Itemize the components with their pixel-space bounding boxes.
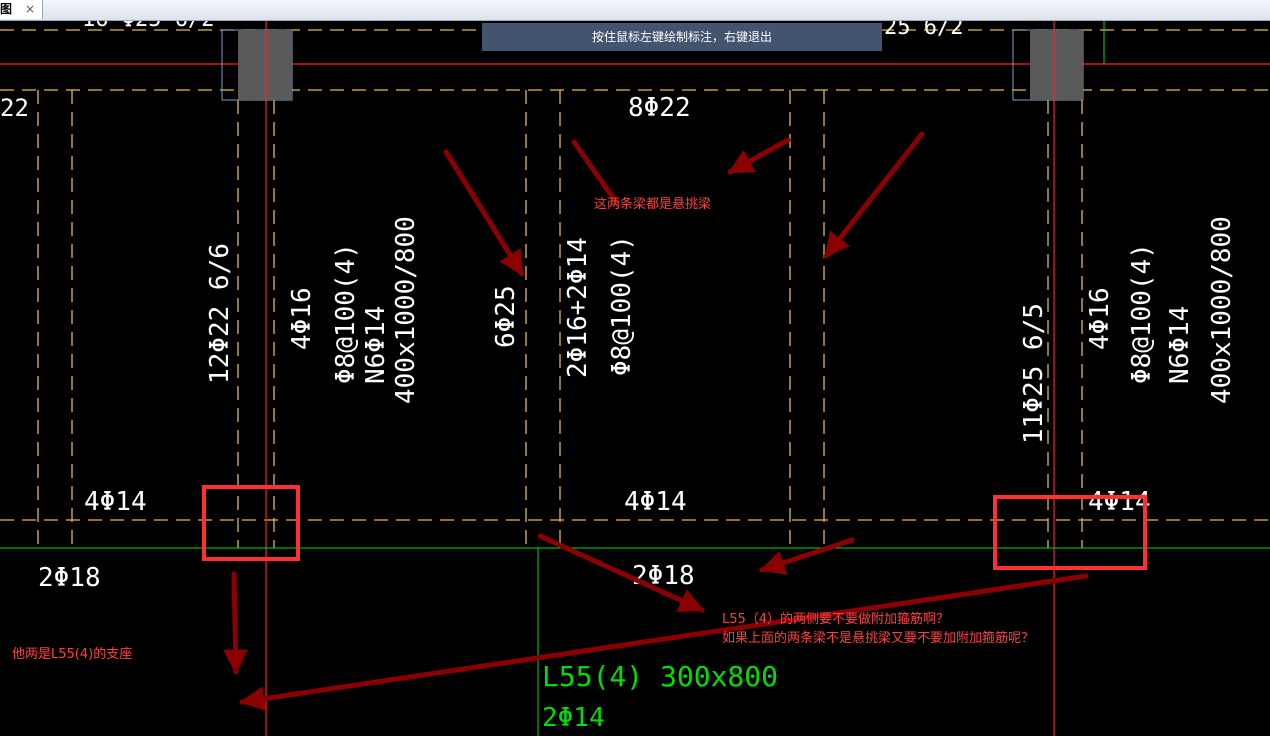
drawing-tab[interactable]: 图 × (0, 0, 43, 19)
text-b1-size: 400x1000/800 (391, 216, 421, 404)
note-question-1: L55（4）的两侧要不要做附加箍筋啊？ (722, 611, 949, 627)
arrow-question-right (759, 537, 855, 575)
text-b1-top: 4Φ16 (287, 287, 317, 350)
arrow-to-right-cantilever (823, 131, 925, 259)
text-b2-bottom: 11Φ25 6/5 (1019, 303, 1049, 444)
column-left-fill (238, 30, 292, 100)
arrow-to-left-cantilever (443, 149, 525, 277)
note-cantilever: 这两条梁都是悬挑梁 (594, 196, 711, 212)
text-mid-2phi18: 2Φ18 (632, 561, 695, 591)
arrow-support-down (223, 571, 249, 675)
text-beam-l55-bars: 2Φ14 (542, 703, 605, 733)
note-support: 他两是L55(4)的支座 (12, 646, 132, 662)
text-b2-waist: N6Φ14 (1165, 306, 1195, 384)
note-question-2: 如果上面的两条梁不是悬挑梁又要不要加附加箍筋呢？ (722, 630, 1034, 646)
text-beam-l55: L55(4) 300x800 (542, 660, 778, 693)
text-mid-4phi14: 4Φ14 (624, 487, 687, 517)
text-b1-waist: N6Φ14 (361, 306, 391, 384)
command-prompt-banner: 按住鼠标左键绘制标注，右键退出 (482, 23, 882, 51)
text-b1-stirrup: Φ8@100(4) (331, 243, 361, 384)
cad-drawing-canvas[interactable]: 16 Φ25 6/2 25 6/2 22 8Φ22 4Φ14 4Φ14 4Φ14… (0, 0, 1270, 736)
text-mid-bars: 2Φ16+2Φ14 (563, 237, 593, 378)
text-b1-bottom: 12Φ22 6/6 (205, 243, 235, 384)
beam-l55-lines (0, 20, 1270, 736)
text-left-2phi18: 2Φ18 (38, 563, 101, 593)
text-right-4phi14: 4Φ14 (1088, 487, 1151, 517)
arrow-to-note (727, 137, 791, 175)
annotation-arrows (223, 131, 1089, 712)
text-mid-stirrup: Φ8@100(4) (607, 235, 637, 376)
arrow-tail-left (571, 139, 619, 205)
close-icon[interactable]: × (25, 0, 35, 19)
text-b2-stirrup: Φ8@100(4) (1127, 243, 1157, 384)
text-left-4phi14: 4Φ14 (84, 487, 147, 517)
column-right-fill (1030, 30, 1083, 100)
text-b2-top: 4Φ16 (1085, 287, 1115, 350)
text-mid-6phi25: 6Φ25 (491, 285, 521, 348)
axis-lines (0, 20, 1270, 736)
text-left-partial: 22 (0, 94, 29, 122)
drawing-tab-label: 图 (0, 2, 13, 16)
text-8phi22: 8Φ22 (628, 93, 691, 123)
document-tab-bar: 图 × (0, 0, 1270, 21)
text-b2-size: 400x1000/800 (1207, 216, 1237, 404)
